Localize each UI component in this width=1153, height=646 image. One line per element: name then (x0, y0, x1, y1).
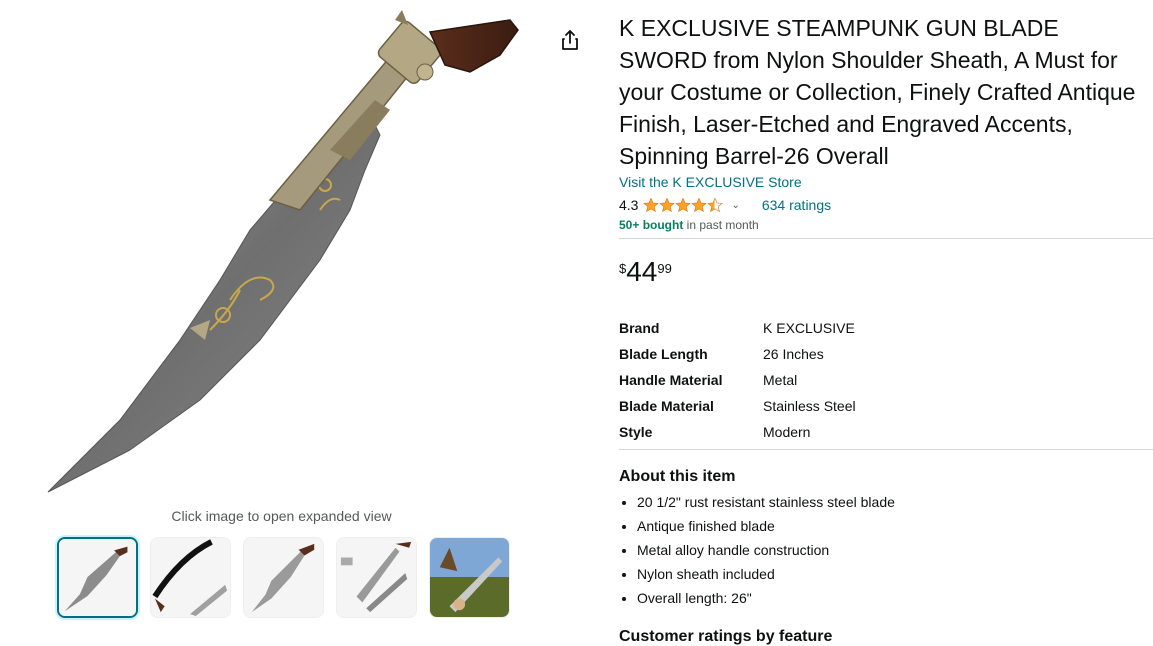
star-icon (691, 197, 708, 213)
spec-key: Brand (619, 320, 660, 336)
rating-value: 4.3 (619, 197, 639, 213)
spec-key: Blade Material (619, 398, 714, 414)
divider (619, 238, 1153, 239)
product-details: K EXCLUSIVE STEAMPUNK GUN BLADE SWORD fr… (619, 12, 1153, 646)
spec-key: Blade Length (619, 346, 708, 362)
star-rating[interactable] (643, 197, 724, 213)
bullet-item: Nylon sheath included (637, 562, 1153, 586)
price-fraction: 99 (657, 261, 672, 276)
spec-value: K EXCLUSIVE (763, 320, 855, 336)
share-icon[interactable] (558, 28, 582, 52)
star-icon (659, 197, 676, 213)
spec-row: Brand K EXCLUSIVE (619, 315, 856, 341)
star-icon (675, 197, 692, 213)
about-this-item-heading: About this item (619, 468, 736, 485)
spec-row: Handle Material Metal (619, 367, 856, 393)
spec-key: Style (619, 424, 653, 440)
bought-in-past-month: 50+ bought in past month (619, 218, 1153, 232)
divider (619, 449, 1153, 450)
spec-key: Handle Material (619, 372, 723, 388)
about-bullets: 20 1/2" rust resistant stainless steel b… (637, 490, 1153, 610)
spec-value: Modern (763, 424, 811, 440)
visit-store-link[interactable]: Visit the K EXCLUSIVE Store (619, 174, 802, 190)
price: $ 44 99 (619, 257, 1153, 297)
click-to-expand-hint: Click image to open expanded view (171, 508, 392, 524)
thumbnail-3[interactable] (243, 537, 324, 618)
price-whole: 44 (626, 256, 658, 287)
bullet-item: 20 1/2" rust resistant stainless steel b… (637, 490, 1153, 514)
spec-row: Style Modern (619, 419, 856, 445)
star-icon (643, 197, 660, 213)
thumbnail-4[interactable] (336, 537, 417, 618)
bullet-item: Antique finished blade (637, 514, 1153, 538)
gun-blade-image (47, 10, 519, 493)
spec-value: Metal (763, 372, 798, 388)
ratings-count-link[interactable]: 634 ratings (762, 197, 831, 213)
product-specs-table: Brand K EXCLUSIVE Blade Length 26 Inches H… (619, 315, 856, 445)
customer-ratings-heading: Customer ratings by feature (619, 628, 833, 645)
thumbnail-1[interactable] (57, 537, 138, 618)
thumbnail-5[interactable] (429, 537, 510, 618)
spec-row: Blade Length 26 Inches (619, 341, 856, 367)
chevron-down-icon[interactable]: ⌄ (731, 200, 739, 211)
thumbnail-2[interactable] (150, 537, 231, 618)
bought-count: 50+ bought (619, 218, 684, 232)
product-title: K EXCLUSIVE STEAMPUNK GUN BLADE SWORD fr… (619, 15, 1136, 169)
spec-value: Stainless Steel (763, 398, 856, 414)
bought-suffix: in past month (683, 218, 759, 232)
half-star-icon (707, 197, 724, 213)
spec-value: 26 Inches (763, 346, 824, 362)
price-symbol: $ (619, 261, 627, 276)
rating-row: 4.3 ⌄ 634 ratings (619, 194, 1153, 216)
thumbnail-strip (57, 537, 510, 618)
bullet-item: Overall length: 26" (637, 586, 1153, 610)
product-main-image[interactable] (30, 10, 540, 500)
spec-row: Blade Material Stainless Steel (619, 393, 856, 419)
bullet-item: Metal alloy handle construction (637, 538, 1153, 562)
